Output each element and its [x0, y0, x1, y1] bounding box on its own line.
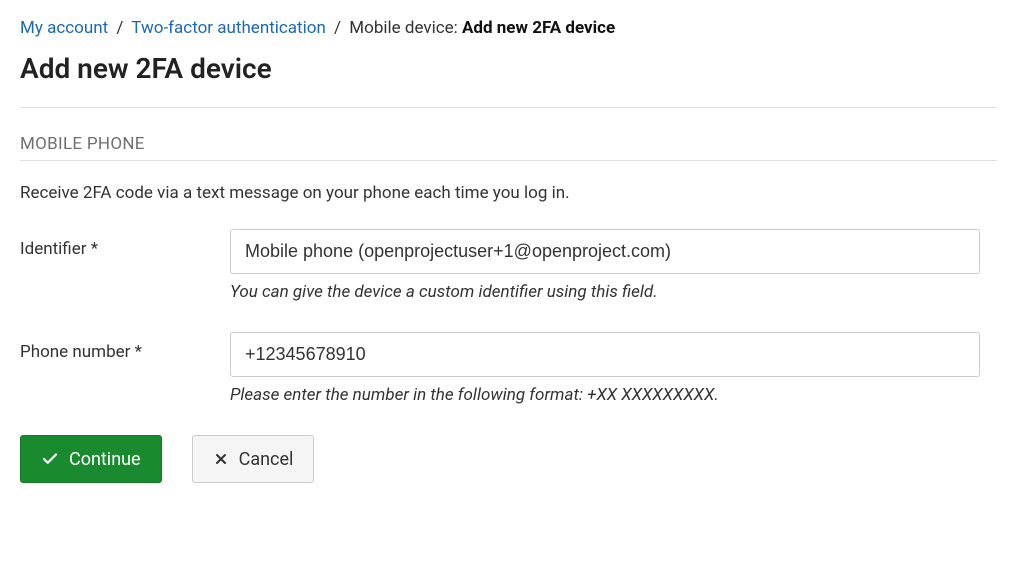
identifier-label: Identifier * — [20, 229, 230, 259]
form-row-phone: Phone number * Please enter the number i… — [20, 332, 997, 405]
close-icon — [213, 451, 229, 467]
identifier-hint: You can give the device a custom identif… — [230, 282, 997, 302]
breadcrumb-link-two-factor[interactable]: Two-factor authentication — [131, 18, 326, 38]
breadcrumb-current-prefix: Mobile device: — [349, 18, 462, 38]
page-title: Add new 2FA device — [20, 52, 997, 85]
continue-button[interactable]: Continue — [20, 435, 162, 483]
breadcrumb-separator: / — [334, 18, 341, 38]
cancel-button[interactable]: Cancel — [192, 435, 315, 483]
breadcrumb: My account / Two-factor authentication /… — [20, 18, 997, 38]
phone-hint: Please enter the number in the following… — [230, 385, 997, 405]
phone-label: Phone number * — [20, 332, 230, 362]
cancel-button-label: Cancel — [239, 449, 294, 470]
breadcrumb-separator: / — [116, 18, 123, 38]
breadcrumb-current: Add new 2FA device — [462, 18, 615, 38]
identifier-field[interactable] — [230, 229, 980, 274]
phone-field[interactable] — [230, 332, 980, 377]
divider — [20, 107, 997, 108]
breadcrumb-link-my-account[interactable]: My account — [20, 18, 108, 38]
checkmark-icon — [41, 450, 59, 468]
section-header: MOBILE PHONE — [20, 134, 997, 161]
form-row-identifier: Identifier * You can give the device a c… — [20, 229, 997, 302]
section-description: Receive 2FA code via a text message on y… — [20, 183, 997, 203]
continue-button-label: Continue — [69, 449, 141, 470]
actions-bar: Continue Cancel — [20, 435, 997, 483]
